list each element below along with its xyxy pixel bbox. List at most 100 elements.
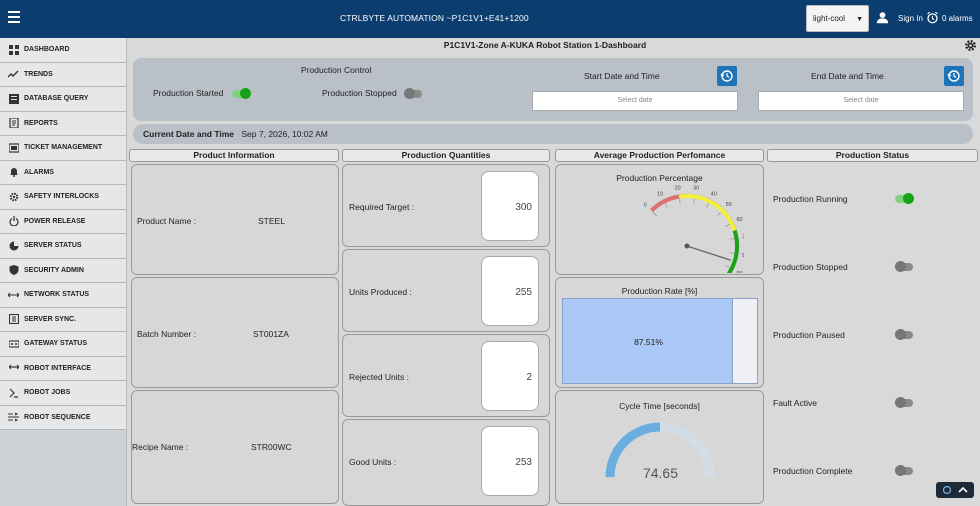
theme-select[interactable]: light-cool ▼: [806, 5, 869, 32]
sidebar-item-robot-interface[interactable]: ROBOT INTERFACE: [0, 356, 126, 381]
sidebar-item-dashboard[interactable]: DASHBOARD: [0, 38, 126, 63]
gauge-tick: [729, 238, 735, 240]
sequence-icon: [8, 412, 19, 423]
product-name-card: Product Name : STEEL: [131, 164, 339, 275]
production-paused-label: Production Paused: [773, 330, 845, 340]
toggle-knob: [895, 465, 906, 476]
sidebar-item-gateway-status[interactable]: GATEWAY STATUS: [0, 332, 126, 357]
start-history-button[interactable]: [717, 66, 737, 86]
settings-gear-icon[interactable]: [964, 39, 977, 52]
sidebar-item-robot-jobs[interactable]: ROBOT JOBS: [0, 381, 126, 406]
gauge-tick-label: 70: [742, 235, 744, 241]
sidebar-item-alarms[interactable]: ALARMS: [0, 160, 126, 185]
alarm-count[interactable]: 0 alarms: [942, 14, 973, 23]
gauge-tick-label: 30: [693, 186, 699, 192]
batch-number-value: ST001ZA: [253, 329, 289, 339]
theme-select-value: light-cool: [813, 14, 846, 23]
dashboard-icon: [8, 44, 19, 55]
sidebar-item-label: GATEWAY STATUS: [24, 340, 88, 348]
sidebar-item-robot-sequence[interactable]: ROBOT SEQUENCE: [0, 405, 126, 430]
production-rate-text: 87.51%: [634, 337, 663, 347]
sidebar-item-server-status[interactable]: SERVER STATUS: [0, 234, 126, 259]
start-date-label: Start Date and Time: [584, 71, 660, 81]
sidebar-item-label: SERVER STATUS: [24, 242, 82, 250]
sidebar-item-ticket-management[interactable]: TICKET MANAGEMENT: [0, 136, 126, 161]
gauge-tick: [693, 198, 695, 204]
start-date-input[interactable]: Select date: [532, 91, 738, 111]
sidebar-item-reports[interactable]: REPORTS: [0, 111, 126, 136]
gauge-tick: [725, 265, 730, 269]
gauge-tick: [706, 203, 710, 208]
trend-line-icon: [8, 69, 19, 80]
production-percentage-title: Production Percentage: [616, 173, 703, 183]
end-date-label: End Date and Time: [811, 71, 884, 81]
gauge-band-yellow: [678, 194, 737, 232]
gauge-tick-label: 40: [711, 191, 717, 197]
report-icon: [8, 118, 19, 129]
gauge-tick-label: 50: [726, 202, 732, 208]
production-complete-label: Production Complete: [773, 466, 853, 476]
arrows-icon: [8, 289, 19, 300]
gauge-tick-label: 60: [736, 217, 742, 223]
toggle-knob: [903, 193, 914, 204]
production-started-toggle[interactable]: [232, 88, 251, 99]
production-running-toggle[interactable]: [895, 193, 914, 204]
gateway-icon: [8, 338, 19, 349]
production-complete-toggle[interactable]: [895, 465, 913, 476]
sidebar-item-network-status[interactable]: NETWORK STATUS: [0, 283, 126, 308]
user-icon[interactable]: [876, 11, 889, 24]
sidebar-item-label: DASHBOARD: [24, 46, 70, 54]
hamburger-menu-icon[interactable]: [8, 11, 20, 23]
gauge-tick-label: 90: [737, 271, 743, 273]
bell-icon: [8, 167, 19, 178]
sign-in-link[interactable]: Sign In: [898, 14, 923, 23]
gauge-tick-label: 0: [644, 202, 647, 208]
production-stopped-toggle[interactable]: [404, 88, 422, 99]
chevron-down-icon: ▼: [856, 16, 863, 23]
batch-number-card: Batch Number : ST001ZA: [131, 277, 339, 388]
sidebar-item-label: ROBOT JOBS: [24, 389, 71, 397]
production-stopped-status-toggle[interactable]: [895, 261, 913, 272]
recipe-name-card: Recipe Name : STR00WC: [131, 390, 339, 504]
fault-active-label: Fault Active: [773, 398, 817, 408]
sidebar: DASHBOARD TRENDS DATABASE QUERY REPORTS …: [0, 38, 127, 506]
sidebar-item-label: NETWORK STATUS: [24, 291, 90, 299]
sidebar-item-safety-interlocks[interactable]: SAFETY INTERLOCKS: [0, 185, 126, 210]
product-name-value: STEEL: [258, 216, 285, 226]
production-control-panel: Production Control Production Started Pr…: [133, 58, 973, 121]
end-date-input[interactable]: Select date: [758, 91, 964, 111]
ticket-icon: [8, 142, 19, 153]
production-percentage-gauge: 0102030405060708090100: [644, 186, 744, 273]
performance-title: Average Production Perfomance: [555, 149, 764, 162]
gauge-tick-label: 20: [675, 186, 681, 192]
sidebar-item-label: REPORTS: [24, 119, 58, 127]
recipe-name-label: Recipe Name :: [132, 442, 189, 452]
sidebar-item-server-sync[interactable]: SERVER SYNC.: [0, 307, 126, 332]
gauge-tick: [652, 211, 657, 216]
sidebar-item-power-release[interactable]: POWER RELEASE: [0, 209, 126, 234]
current-datetime-bar: Current Date and Time Sep 7, 2026, 10:02…: [133, 124, 973, 144]
gauge-tick: [679, 198, 681, 204]
app-title: CTRLBYTE AUTOMATION ~P1C1V1+E41+1200: [340, 13, 529, 23]
production-paused-toggle[interactable]: [895, 329, 913, 340]
database-icon: [8, 93, 19, 104]
cycle-time-card: Cycle Time [seconds] 74.65: [555, 390, 764, 504]
scroll-top-button[interactable]: [936, 482, 974, 498]
sidebar-item-security-admin[interactable]: SECURITY ADMIN: [0, 258, 126, 283]
production-stopped-status-label: Production Stopped: [773, 262, 848, 272]
end-history-button[interactable]: [944, 66, 964, 86]
alarm-clock-icon[interactable]: [926, 11, 939, 24]
robot-icon: [8, 363, 19, 374]
page-title: P1C1V1-Zone A-KUKA Robot Station 1-Dashb…: [443, 40, 647, 50]
units-produced-value: 255: [481, 256, 539, 326]
production-status-title: Production Status: [767, 149, 978, 162]
cycle-time-value: 74.65: [642, 465, 679, 481]
fault-active-toggle[interactable]: [895, 397, 913, 408]
product-name-label: Product Name :: [137, 216, 197, 226]
production-status-column: Production Status Production Running Pro…: [767, 149, 978, 506]
current-datetime-value: Sep 7, 2026, 10:02 AM: [241, 129, 328, 139]
sidebar-item-database-query[interactable]: DATABASE QUERY: [0, 87, 126, 112]
required-target-value: 300: [481, 171, 539, 241]
toggle-knob: [240, 88, 251, 99]
sidebar-item-trends[interactable]: TRENDS: [0, 62, 126, 87]
